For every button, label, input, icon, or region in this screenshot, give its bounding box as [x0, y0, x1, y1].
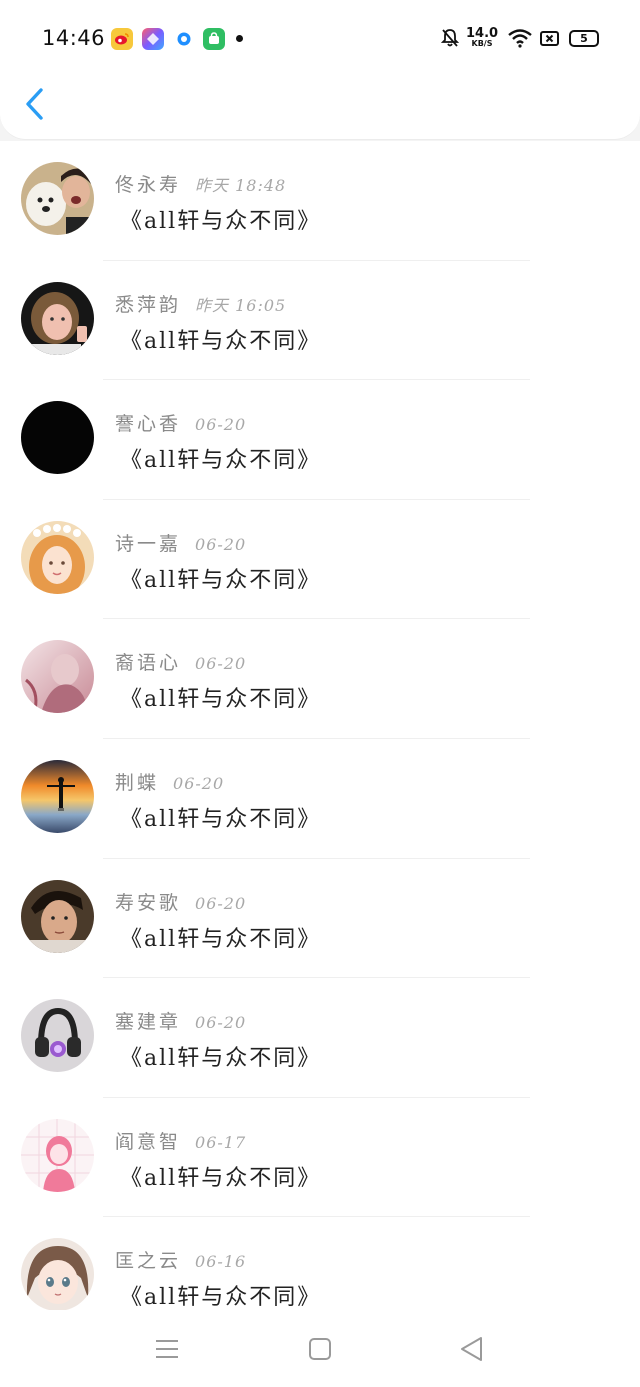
pinwheel-app-icon: [142, 28, 164, 50]
message-date: 06-16: [195, 1252, 247, 1272]
sender-name: 佟永寿 昨天 18:48: [115, 170, 286, 197]
avatar[interactable]: [21, 640, 94, 714]
avatar[interactable]: [21, 162, 94, 235]
home-square-icon[interactable]: [303, 1332, 337, 1366]
back-button[interactable]: [22, 86, 48, 122]
top-bar: 14:46 14.0 KB/S 5: [0, 0, 640, 140]
sender-name: 荆蝶 06-20: [115, 768, 224, 795]
battery-icon: 5: [569, 30, 599, 47]
network-speed-unit: KB/S: [471, 39, 493, 48]
message-text: 《all轩与众不同》: [120, 926, 322, 952]
message-row[interactable]: 塞建章 06-20 《all轩与众不同》: [0, 978, 640, 1098]
message-text: 《all轩与众不同》: [120, 1285, 322, 1311]
sender-name-text: 謇心香: [115, 413, 182, 436]
sender-name: 謇心香 06-20: [115, 409, 246, 436]
message-row[interactable]: 謇心香 06-20 《all轩与众不同》: [0, 380, 640, 500]
network-speed: 14.0 KB/S: [466, 27, 498, 48]
avatar[interactable]: [21, 520, 94, 594]
sender-name-text: 阎意智: [115, 1130, 182, 1153]
avatar[interactable]: [21, 759, 94, 833]
sender-name-text: 裔语心: [115, 652, 182, 675]
menu-icon[interactable]: [150, 1332, 184, 1366]
message-text: 《all轩与众不同》: [120, 1165, 322, 1191]
sender-name: 裔语心 06-20: [115, 648, 246, 675]
message-row[interactable]: 荆蝶 06-20 《all轩与众不同》: [0, 738, 640, 859]
sender-name: 匡之云 06-16: [115, 1246, 246, 1273]
message-row[interactable]: 佟永寿 昨天 18:48 《all轩与众不同》: [0, 141, 640, 261]
message-text: 《all轩与众不同》: [120, 1046, 322, 1072]
message-row[interactable]: 悉萍韵 昨天 16:05 《all轩与众不同》: [0, 260, 640, 381]
message-date: 昨天 16:05: [195, 295, 287, 315]
message-row[interactable]: 诗一嘉 06-20 《all轩与众不同》: [0, 499, 640, 620]
message-row[interactable]: 寿安歌 06-20 《all轩与众不同》: [0, 858, 640, 979]
notification-dot: [236, 35, 243, 42]
message-text: 《all轩与众不同》: [120, 209, 322, 234]
avatar[interactable]: [21, 1118, 94, 1192]
sender-name-text: 寿安歌: [115, 891, 182, 914]
bell-muted-icon: [440, 28, 460, 52]
system-nav-bar: [0, 1310, 640, 1387]
avatar[interactable]: [21, 281, 94, 355]
avatar[interactable]: [21, 999, 94, 1073]
message-date: 06-20: [195, 415, 247, 435]
wifi-icon: [507, 28, 533, 52]
avatar[interactable]: [21, 401, 94, 475]
sender-name: 阎意智 06-17: [115, 1127, 246, 1154]
message-date: 06-17: [195, 1132, 247, 1152]
sender-name-text: 荆蝶: [115, 771, 160, 794]
message-text: 《all轩与众不同》: [120, 687, 322, 713]
message-date: 06-20: [195, 534, 247, 554]
sender-name: 寿安歌 06-20: [115, 888, 246, 915]
back-triangle-icon[interactable]: [455, 1332, 489, 1366]
sim-disabled-icon: [540, 30, 560, 51]
message-text: 《all轩与众不同》: [120, 328, 322, 354]
message-date: 06-20: [195, 654, 247, 674]
avatar[interactable]: [21, 879, 94, 953]
message-date: 06-20: [173, 773, 225, 793]
blue-ring-app-icon: [173, 28, 195, 50]
status-bar: 14:46 14.0 KB/S 5: [0, 0, 640, 78]
sender-name-text: 匡之云: [115, 1250, 182, 1273]
message-date: 06-20: [195, 893, 247, 913]
message-row[interactable]: 阎意智 06-17 《all轩与众不同》: [0, 1097, 640, 1218]
message-text: 《all轩与众不同》: [120, 567, 322, 593]
sender-name: 诗一嘉 06-20: [115, 529, 246, 556]
sender-name-text: 悉萍韵: [115, 293, 182, 316]
message-text: 《all轩与众不同》: [120, 806, 322, 832]
green-shopping-app-icon: [203, 28, 225, 50]
sender-name-text: 塞建章: [115, 1011, 182, 1034]
message-list: 佟永寿 昨天 18:48 《all轩与众不同》 悉萍韵 昨天 16:05 《all轩…: [0, 141, 640, 1337]
sender-name: 塞建章 06-20: [115, 1007, 246, 1034]
weibo-icon: [111, 28, 133, 50]
sender-name-text: 诗一嘉: [115, 532, 182, 555]
chevron-left-icon: [26, 88, 43, 120]
sender-name-text: 佟永寿: [115, 174, 182, 196]
message-text: 《all轩与众不同》: [120, 448, 322, 474]
message-row[interactable]: 裔语心 06-20 《all轩与众不同》: [0, 619, 640, 739]
message-date: 昨天 18:48: [195, 176, 287, 195]
avatar[interactable]: [21, 1238, 94, 1312]
status-time: 14:46: [42, 26, 106, 50]
message-date: 06-20: [195, 1013, 247, 1033]
sender-name: 悉萍韵 昨天 16:05: [115, 290, 286, 317]
